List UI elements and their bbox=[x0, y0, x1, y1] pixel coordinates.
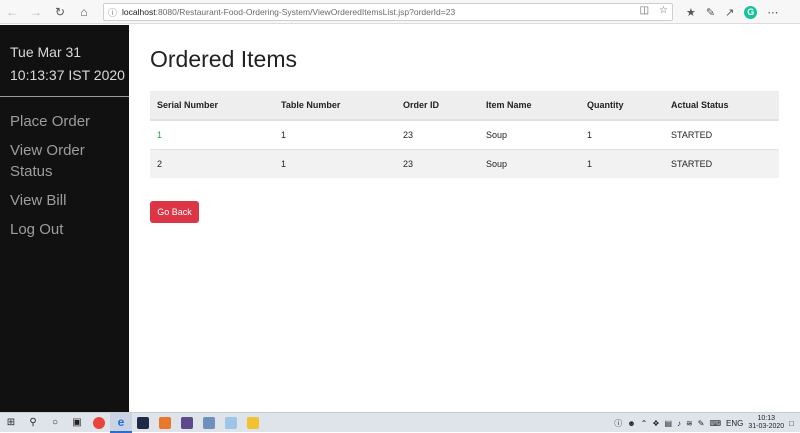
table-row: 2 1 23 Soup 1 STARTED bbox=[150, 148, 779, 178]
col-table-number: Table Number bbox=[274, 91, 396, 121]
edge-icon[interactable]: e bbox=[110, 412, 132, 433]
browser-toolbar: ← → ↻ ⌂ ⓘ localhost:8080/Restaurant-Food… bbox=[0, 0, 800, 24]
col-serial-number: Serial Number bbox=[150, 91, 274, 121]
cortana-icon[interactable]: ○ bbox=[44, 413, 66, 433]
sidebar-link-view-order-status[interactable]: View Order Status bbox=[10, 140, 125, 182]
sidebar-clock: Tue Mar 31 10:13:37 IST 2020 bbox=[10, 41, 125, 87]
page-title: Ordered Items bbox=[150, 46, 297, 72]
app-icon-purple[interactable] bbox=[176, 413, 198, 433]
sidebar-nav: Place Order View Order Status View Bill … bbox=[10, 111, 125, 248]
cell-table-number: 1 bbox=[274, 119, 396, 149]
cell-table-number: 1 bbox=[274, 148, 396, 178]
people-icon[interactable]: ☻ bbox=[627, 419, 635, 428]
cell-serial-number: 2 bbox=[150, 148, 274, 178]
chrome-icon[interactable] bbox=[88, 413, 110, 433]
file-explorer-icon[interactable] bbox=[242, 413, 264, 433]
main-content: Ordered Items Serial Number Table Number… bbox=[129, 25, 800, 412]
ordered-items-table-wrap: Serial Number Table Number Order ID Item… bbox=[150, 91, 779, 178]
cell-order-id: 23 bbox=[396, 148, 479, 178]
taskbar-time: 10:13 bbox=[757, 415, 776, 422]
windows-taskbar: ⊞ ⚲ ○ ▣ e ⓘ ☻ ⌃ ❖ ▤ ♪ ≋ ✎ ⌨ ENG 10:13 31… bbox=[0, 412, 800, 433]
network-icon[interactable]: ▤ bbox=[664, 419, 672, 428]
sidebar-link-view-bill[interactable]: View Bill bbox=[10, 190, 125, 211]
col-item-name: Item Name bbox=[479, 91, 580, 121]
show-hidden-icons[interactable]: ⌃ bbox=[641, 419, 648, 428]
url-host: localhost bbox=[122, 7, 156, 17]
clock-date: Tue Mar 31 bbox=[10, 44, 82, 60]
go-back-button[interactable]: Go Back bbox=[150, 201, 199, 223]
cell-actual-status: STARTED bbox=[664, 148, 779, 178]
wifi-icon[interactable]: ≋ bbox=[686, 419, 693, 428]
sidebar: Tue Mar 31 10:13:37 IST 2020 Place Order… bbox=[0, 25, 129, 412]
back-icon[interactable]: ← bbox=[0, 0, 24, 24]
col-order-id: Order ID bbox=[396, 91, 479, 121]
clock-time: 10:13:37 IST 2020 bbox=[10, 67, 125, 83]
terminal-icon[interactable] bbox=[132, 413, 154, 433]
sidebar-link-place-order[interactable]: Place Order bbox=[10, 111, 125, 132]
refresh-icon[interactable]: ↻ bbox=[48, 0, 72, 24]
cell-quantity: 1 bbox=[580, 148, 664, 178]
url-path: :8080/Restaurant-Food-Ordering-System/Vi… bbox=[155, 7, 456, 17]
more-icon[interactable]: ⋯ bbox=[767, 6, 778, 19]
cell-actual-status: STARTED bbox=[664, 119, 779, 149]
task-view-icon[interactable]: ▣ bbox=[66, 413, 88, 433]
windows-start-icon[interactable]: ⊞ bbox=[0, 413, 22, 433]
col-actual-status: Actual Status bbox=[664, 91, 779, 121]
search-icon[interactable]: ⚲ bbox=[22, 413, 44, 433]
pen-icon[interactable]: ✎ bbox=[698, 419, 705, 428]
language-indicator[interactable]: ENG bbox=[726, 419, 743, 428]
cell-item-name: Soup bbox=[479, 119, 580, 149]
reading-view-icon[interactable]: ◫ bbox=[640, 5, 649, 16]
help-icon[interactable]: ⓘ bbox=[614, 418, 622, 429]
cell-order-id: 23 bbox=[396, 119, 479, 149]
dropbox-icon[interactable]: ❖ bbox=[652, 419, 659, 428]
cell-item-name: Soup bbox=[479, 148, 580, 178]
ordered-items-table: Serial Number Table Number Order ID Item… bbox=[150, 91, 779, 178]
notifications-icon[interactable]: □ bbox=[789, 419, 794, 428]
notepad-icon[interactable] bbox=[220, 413, 242, 433]
taskbar-clock[interactable]: 10:13 31-03-2020 bbox=[748, 415, 784, 431]
system-tray: ⓘ ☻ ⌃ ❖ ▤ ♪ ≋ ✎ ⌨ ENG 10:13 31-03-2020 □ bbox=[614, 413, 800, 433]
app-icon-orange[interactable] bbox=[154, 413, 176, 433]
table-row: 1 1 23 Soup 1 STARTED bbox=[150, 119, 779, 149]
share-icon[interactable]: ↗ bbox=[725, 6, 734, 19]
favorites-hub-icon[interactable]: ★ bbox=[686, 6, 696, 19]
sidebar-link-log-out[interactable]: Log Out bbox=[10, 219, 125, 240]
forward-icon[interactable]: → bbox=[24, 0, 48, 24]
favorite-star-icon[interactable]: ☆ bbox=[659, 5, 668, 16]
taskbar-date: 31-03-2020 bbox=[748, 423, 785, 430]
col-quantity: Quantity bbox=[580, 91, 664, 121]
info-icon[interactable]: ⓘ bbox=[108, 6, 117, 19]
sidebar-divider bbox=[0, 96, 129, 97]
cell-quantity: 1 bbox=[580, 119, 664, 149]
volume-icon[interactable]: ♪ bbox=[677, 419, 681, 428]
home-icon[interactable]: ⌂ bbox=[72, 0, 96, 24]
grammarly-icon[interactable]: G bbox=[744, 5, 758, 19]
notes-icon[interactable]: ✎ bbox=[706, 6, 715, 19]
table-header-row: Serial Number Table Number Order ID Item… bbox=[150, 91, 779, 121]
cell-serial-number: 1 bbox=[150, 119, 274, 149]
address-bar[interactable]: ⓘ localhost:8080/Restaurant-Food-Orderin… bbox=[103, 3, 673, 21]
app-icon-blue[interactable] bbox=[198, 413, 220, 433]
keyboard-icon[interactable]: ⌨ bbox=[709, 419, 721, 428]
